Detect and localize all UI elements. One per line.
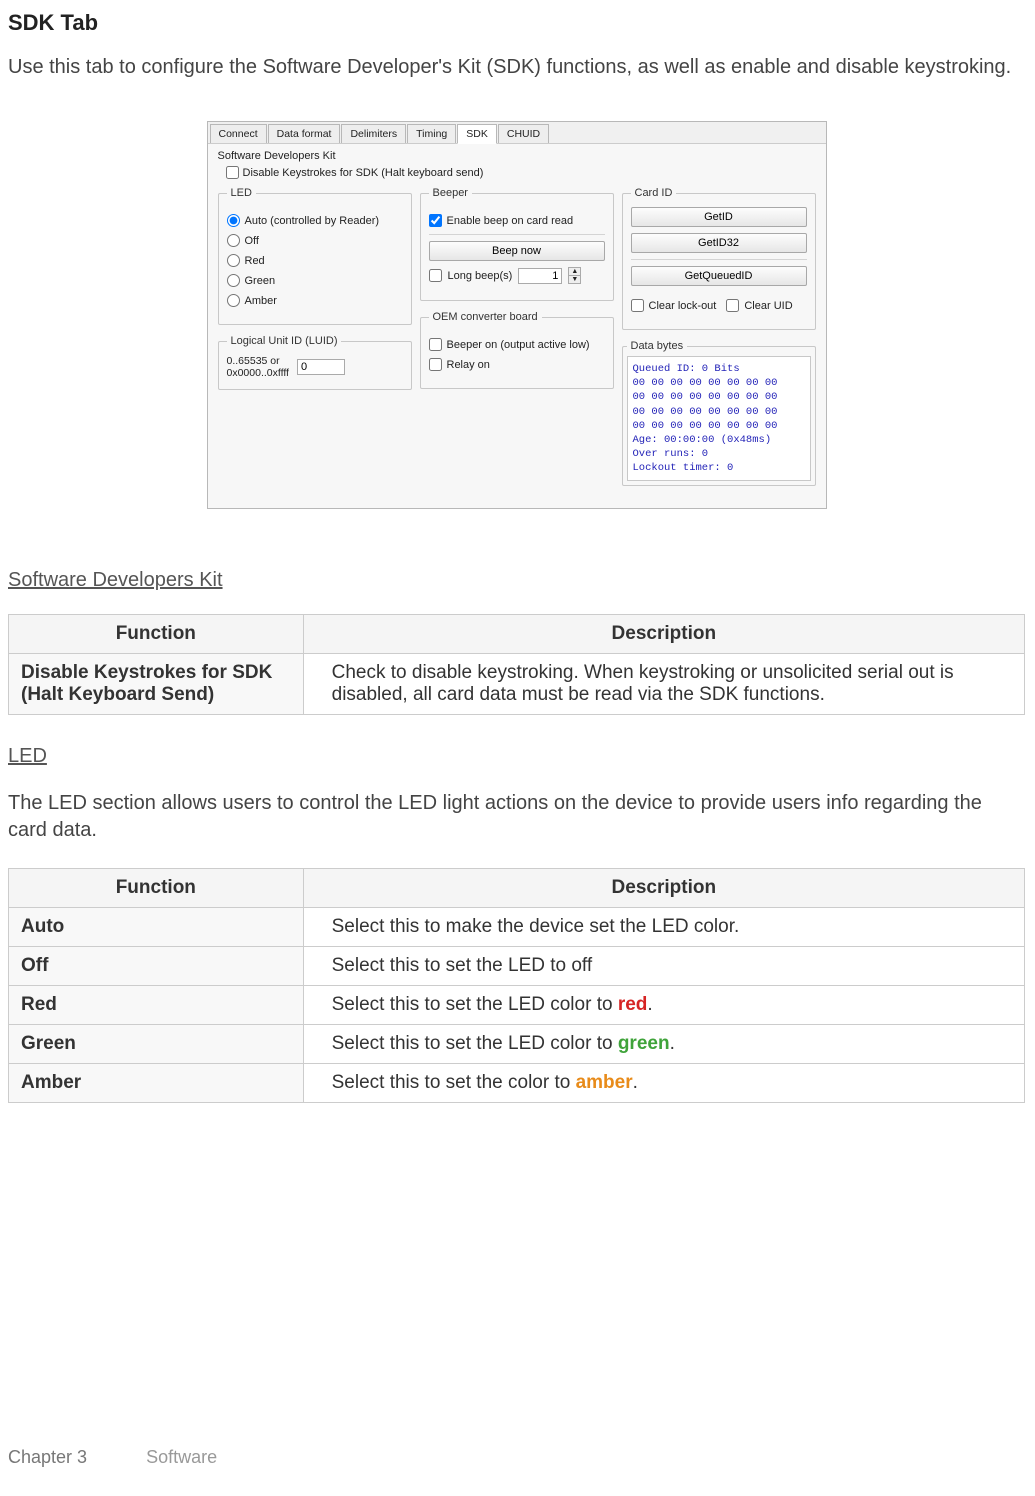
led-radio-label: Auto (controlled by Reader) (245, 215, 380, 227)
table-header-function: Function (9, 615, 304, 654)
long-beep-label: Long beep(s) (448, 270, 513, 282)
disable-keystrokes-checkbox[interactable] (226, 166, 239, 179)
intro-paragraph: Use this tab to configure the Software D… (8, 54, 1025, 81)
luid-group: Logical Unit ID (LUID) 0..65535 or 0x000… (218, 335, 412, 390)
led-function-table: Function Description AutoSelect this to … (8, 868, 1025, 1103)
oem-relay-on-label: Relay on (447, 359, 490, 371)
beeper-group: Beeper Enable beep on card read Beep now… (420, 187, 614, 301)
led-radio-label: Green (245, 275, 276, 287)
luid-input[interactable] (297, 359, 345, 375)
tab-delimiters[interactable]: Delimiters (341, 124, 406, 143)
tab-chuid[interactable]: CHUID (498, 124, 549, 143)
clear-lockout-checkbox[interactable] (631, 299, 644, 312)
description-cell: Check to disable keystroking. When keyst… (303, 654, 1024, 715)
table-row: GreenSelect this to set the LED color to… (9, 1025, 1025, 1064)
table-row: RedSelect this to set the LED color to r… (9, 986, 1025, 1025)
led-radio-label: Amber (245, 295, 277, 307)
led-radio-label: Red (245, 255, 265, 267)
disable-keystrokes-label: Disable Keystrokes for SDK (Halt keyboar… (243, 167, 484, 179)
page-footer: Chapter 3 Software (8, 1447, 217, 1468)
oem-legend: OEM converter board (429, 311, 542, 323)
long-beep-value[interactable] (518, 268, 562, 284)
clear-uid-checkbox[interactable] (726, 299, 739, 312)
led-section-paragraph: The LED section allows users to control … (8, 790, 1025, 844)
data-bytes-group: Data bytes Queued ID: 0 Bits 00 00 00 00… (622, 340, 816, 486)
led-radio-label: Off (245, 235, 259, 247)
getid32-button[interactable]: GetID32 (631, 233, 807, 253)
table-row: AmberSelect this to set the color to amb… (9, 1064, 1025, 1103)
long-beep-checkbox[interactable] (429, 269, 442, 282)
function-cell: Red (9, 986, 304, 1025)
description-cell: Select this to set the LED color to red. (303, 986, 1024, 1025)
clear-lockout-label: Clear lock-out (649, 300, 717, 312)
getqueuedid-button[interactable]: GetQueuedID (631, 266, 807, 286)
led-radio-red[interactable] (227, 254, 240, 267)
oem-beeper-on-label: Beeper on (output active low) (447, 339, 590, 351)
luid-legend: Logical Unit ID (LUID) (227, 335, 342, 347)
long-beep-spinner[interactable]: ▲▼ (568, 267, 581, 284)
table-row: OffSelect this to set the LED to off (9, 947, 1025, 986)
tab-sdk[interactable]: SDK (457, 124, 497, 144)
sdk-function-table: Function Description Disable Keystrokes … (8, 614, 1025, 715)
table-header-function: Function (9, 869, 304, 908)
card-id-group: Card ID GetID GetID32 GetQueuedID Clear … (622, 187, 816, 330)
function-cell: Auto (9, 908, 304, 947)
description-cell: Select this to set the color to amber. (303, 1064, 1024, 1103)
tab-strip: ConnectData formatDelimitersTimingSDKCHU… (208, 122, 826, 144)
clear-uid-label: Clear UID (744, 300, 792, 312)
sdk-dialog: ConnectData formatDelimitersTimingSDKCHU… (207, 121, 827, 509)
luid-range-label: 0..65535 or 0x0000..0xffff (227, 355, 289, 379)
sdk-group-label: Software Developers Kit (218, 150, 816, 162)
description-cell: Select this to set the LED to off (303, 947, 1024, 986)
footer-section: Software (146, 1447, 217, 1467)
description-cell: Select this to make the device set the L… (303, 908, 1024, 947)
table-row: AutoSelect this to make the device set t… (9, 908, 1025, 947)
oem-group: OEM converter board Beeper on (output ac… (420, 311, 614, 389)
beep-now-button[interactable]: Beep now (429, 241, 605, 261)
data-bytes-output: Queued ID: 0 Bits 00 00 00 00 00 00 00 0… (627, 356, 811, 481)
function-cell: Disable Keystrokes for SDK (Halt Keyboar… (9, 654, 304, 715)
oem-relay-on-checkbox[interactable] (429, 358, 442, 371)
function-cell: Amber (9, 1064, 304, 1103)
enable-beep-label: Enable beep on card read (447, 215, 574, 227)
data-bytes-legend: Data bytes (627, 340, 688, 352)
table-header-description: Description (303, 869, 1024, 908)
led-legend: LED (227, 187, 256, 199)
sdk-section-title: Software Developers Kit (8, 569, 1025, 592)
tab-data-format[interactable]: Data format (268, 124, 341, 143)
getid-button[interactable]: GetID (631, 207, 807, 227)
description-cell: Select this to set the LED color to gree… (303, 1025, 1024, 1064)
function-cell: Green (9, 1025, 304, 1064)
beeper-legend: Beeper (429, 187, 472, 199)
footer-chapter: Chapter 3 (8, 1447, 87, 1467)
tab-connect[interactable]: Connect (210, 124, 267, 143)
table-header-description: Description (303, 615, 1024, 654)
page-heading: SDK Tab (8, 10, 1025, 36)
led-radio-off[interactable] (227, 234, 240, 247)
led-radio-auto[interactable] (227, 214, 240, 227)
led-radio-green[interactable] (227, 274, 240, 287)
led-group: LED Auto (controlled by Reader) Off Red Gre… (218, 187, 412, 325)
led-radio-amber[interactable] (227, 294, 240, 307)
tab-timing[interactable]: Timing (407, 124, 456, 143)
enable-beep-checkbox[interactable] (429, 214, 442, 227)
card-id-legend: Card ID (631, 187, 677, 199)
table-row: Disable Keystrokes for SDK (Halt Keyboar… (9, 654, 1025, 715)
function-cell: Off (9, 947, 304, 986)
oem-beeper-on-checkbox[interactable] (429, 338, 442, 351)
led-section-title: LED (8, 745, 1025, 768)
